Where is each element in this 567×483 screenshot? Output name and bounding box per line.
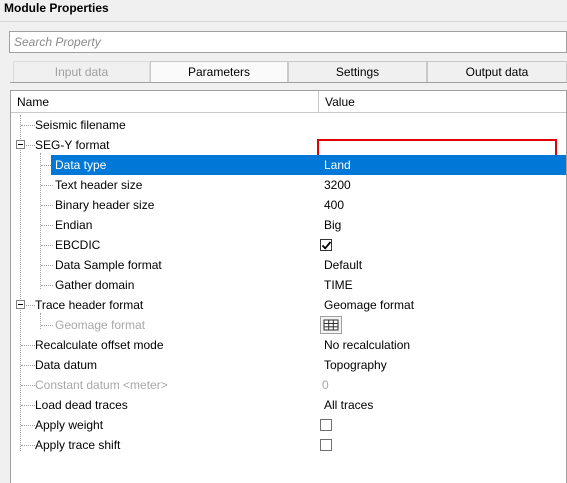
- property-name: Gather domain: [55, 278, 135, 292]
- tab-output-data[interactable]: Output data: [427, 61, 567, 82]
- property-name: Apply trace shift: [35, 438, 121, 452]
- property-value[interactable]: Topography: [324, 355, 387, 375]
- tree-line: [21, 385, 35, 386]
- property-name: Data Sample format: [55, 258, 162, 272]
- window-title: Module Properties: [4, 1, 109, 15]
- property-row-endian[interactable]: Endian Big: [11, 215, 566, 235]
- property-name: EBCDIC: [55, 238, 101, 252]
- tree-line: [41, 265, 53, 266]
- tree-line: [21, 365, 35, 366]
- property-name: Constant datum <meter>: [35, 378, 168, 392]
- property-name: Recalculate offset mode: [35, 338, 164, 352]
- tree-line: [26, 145, 35, 146]
- property-value[interactable]: Land: [324, 155, 351, 175]
- property-name: Binary header size: [55, 198, 155, 212]
- column-header-name[interactable]: Name: [11, 91, 319, 112]
- tree-line: [41, 225, 53, 226]
- property-name: Trace header format: [35, 298, 144, 312]
- collapse-icon[interactable]: [16, 300, 25, 309]
- property-name: Load dead traces: [35, 398, 128, 412]
- tab-underline: [10, 82, 567, 83]
- property-value: 0: [322, 378, 329, 392]
- ebcdic-checkbox[interactable]: [320, 239, 332, 251]
- property-name: Data datum: [35, 358, 98, 372]
- tree-line: [21, 445, 35, 446]
- property-row-data-type[interactable]: Data type Land: [51, 155, 566, 175]
- tree-line: [26, 305, 35, 306]
- property-value[interactable]: No recalculation: [324, 335, 410, 355]
- tree-line: [21, 125, 35, 126]
- tab-parameters[interactable]: Parameters: [150, 61, 288, 82]
- search-input[interactable]: [10, 32, 566, 52]
- property-row-gather-domain[interactable]: Gather domain TIME: [11, 275, 566, 295]
- property-value[interactable]: 400: [324, 195, 344, 215]
- collapse-icon[interactable]: [16, 140, 25, 149]
- property-value[interactable]: TIME: [324, 275, 353, 295]
- property-row-binary-header-size[interactable]: Binary header size 400: [11, 195, 566, 215]
- property-row-geomage-format: Geomage format: [11, 315, 566, 335]
- property-row-data-datum[interactable]: Data datum Topography: [11, 355, 566, 375]
- property-value[interactable]: Big: [324, 215, 341, 235]
- property-row-apply-weight[interactable]: Apply weight: [11, 415, 566, 435]
- search-box[interactable]: [9, 31, 567, 53]
- tab-bar: Input data Parameters Settings Output da…: [13, 61, 567, 82]
- property-row-text-header-size[interactable]: Text header size 3200: [11, 175, 566, 195]
- apply-trace-shift-checkbox[interactable]: [320, 439, 332, 451]
- tree-line: [41, 185, 53, 186]
- tab-input-data[interactable]: Input data: [13, 61, 150, 82]
- tab-settings[interactable]: Settings: [288, 61, 427, 82]
- property-name: Data type: [55, 158, 107, 172]
- property-name: Geomage format: [55, 318, 146, 332]
- tree-line: [41, 245, 53, 246]
- property-name: Seismic filename: [35, 118, 126, 132]
- property-row-load-dead-traces[interactable]: Load dead traces All traces: [11, 395, 566, 415]
- property-name: Text header size: [55, 178, 143, 192]
- grid-header: Name Value: [11, 91, 566, 113]
- checkmark-icon: [321, 241, 332, 250]
- property-value[interactable]: Geomage format: [324, 295, 414, 315]
- property-name: SEG-Y format: [35, 138, 110, 152]
- property-name: Endian: [55, 218, 93, 232]
- tree-line: [21, 425, 35, 426]
- property-row-ebcdic[interactable]: EBCDIC: [11, 235, 566, 255]
- property-row-seismic-filename[interactable]: Seismic filename: [11, 115, 566, 159]
- tree-line: [41, 205, 53, 206]
- title-divider: [0, 21, 567, 22]
- property-row-data-sample-format[interactable]: Data Sample format Default: [11, 255, 566, 275]
- property-row-apply-trace-shift[interactable]: Apply trace shift: [11, 435, 566, 455]
- property-value[interactable]: 3200: [324, 175, 351, 195]
- table-grid-icon[interactable]: [320, 316, 342, 334]
- property-grid: Name Value Seismic filename SEG-Y format…: [10, 90, 567, 483]
- property-value[interactable]: All traces: [324, 395, 373, 415]
- property-row-segy-format[interactable]: SEG-Y format: [11, 135, 566, 155]
- apply-weight-checkbox[interactable]: [320, 419, 332, 431]
- tree-line: [21, 405, 35, 406]
- column-header-value[interactable]: Value: [319, 91, 566, 112]
- tree-line: [41, 165, 51, 166]
- property-row-trace-header-format[interactable]: Trace header format Geomage format: [11, 295, 566, 315]
- tree-line: [21, 345, 35, 346]
- property-value[interactable]: Default: [324, 255, 362, 275]
- tree-line: [41, 325, 53, 326]
- property-row-recalculate-offset-mode[interactable]: Recalculate offset mode No recalculation: [11, 335, 566, 355]
- tree-line: [41, 285, 53, 286]
- property-row-constant-datum: Constant datum <meter> 0: [11, 375, 566, 395]
- property-name: Apply weight: [35, 418, 104, 432]
